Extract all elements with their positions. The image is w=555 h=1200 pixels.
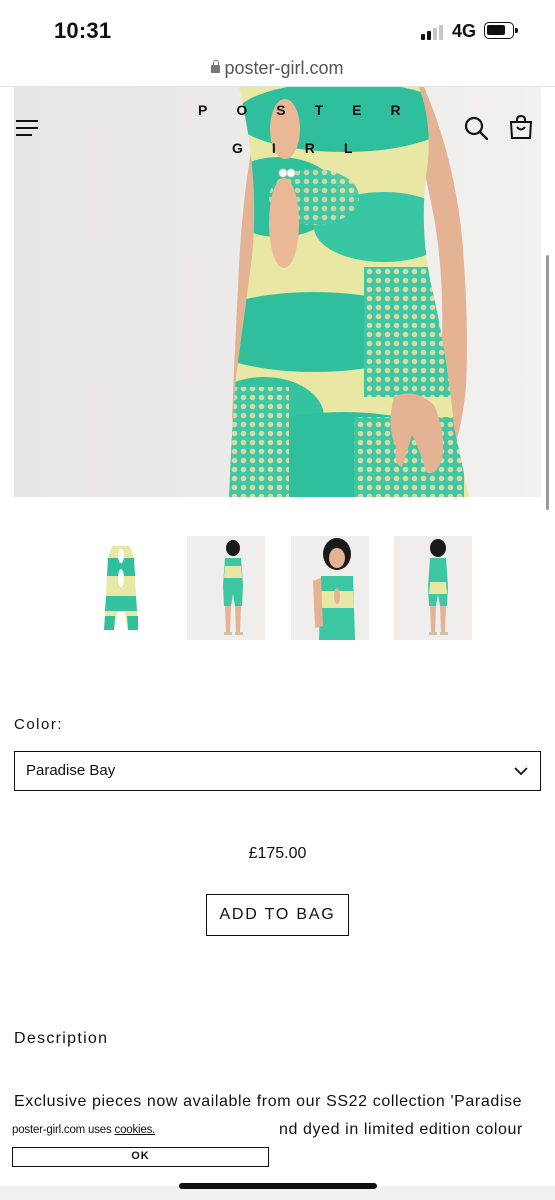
search-icon[interactable] [464,116,488,140]
chevron-down-icon [514,767,528,776]
shopping-bag-icon[interactable] [509,114,533,140]
hamburger-menu-icon[interactable] [16,120,38,136]
cookie-ok-button[interactable]: OK [12,1147,269,1167]
thumbnail-flat-lay[interactable] [82,536,160,640]
add-to-bag-button[interactable]: ADD TO BAG [206,894,349,936]
cookies-link[interactable]: cookies. [115,1124,156,1136]
scrollbar[interactable] [546,255,549,510]
url-text: poster-girl.com [224,58,344,78]
thumbnail-model-closeup[interactable] [291,536,369,640]
color-label: Color: [14,716,64,733]
description-line-1: Exclusive pieces now available from our … [14,1093,523,1110]
thumbnail-model-front[interactable] [187,536,265,640]
product-price: £175.00 [248,845,307,862]
address-bar[interactable]: poster-girl.com [0,58,555,86]
network-type: 4G [452,21,477,41]
logo-line-2[interactable]: GIRL [232,140,381,156]
color-select[interactable]: Paradise Bay [14,751,541,791]
home-indicator[interactable] [179,1183,377,1189]
logo-line-1[interactable]: POSTER [198,102,430,118]
signal-strength-icon [421,24,447,40]
cookie-notice: poster-girl.com uses cookies. [12,1124,156,1136]
description-heading: Description [14,1030,109,1047]
status-time: 10:31 [54,18,112,43]
battery-icon [484,22,518,39]
color-select-value: Paradise Bay [26,762,116,779]
thumbnail-model-back[interactable] [394,536,472,640]
lock-icon [211,60,221,73]
